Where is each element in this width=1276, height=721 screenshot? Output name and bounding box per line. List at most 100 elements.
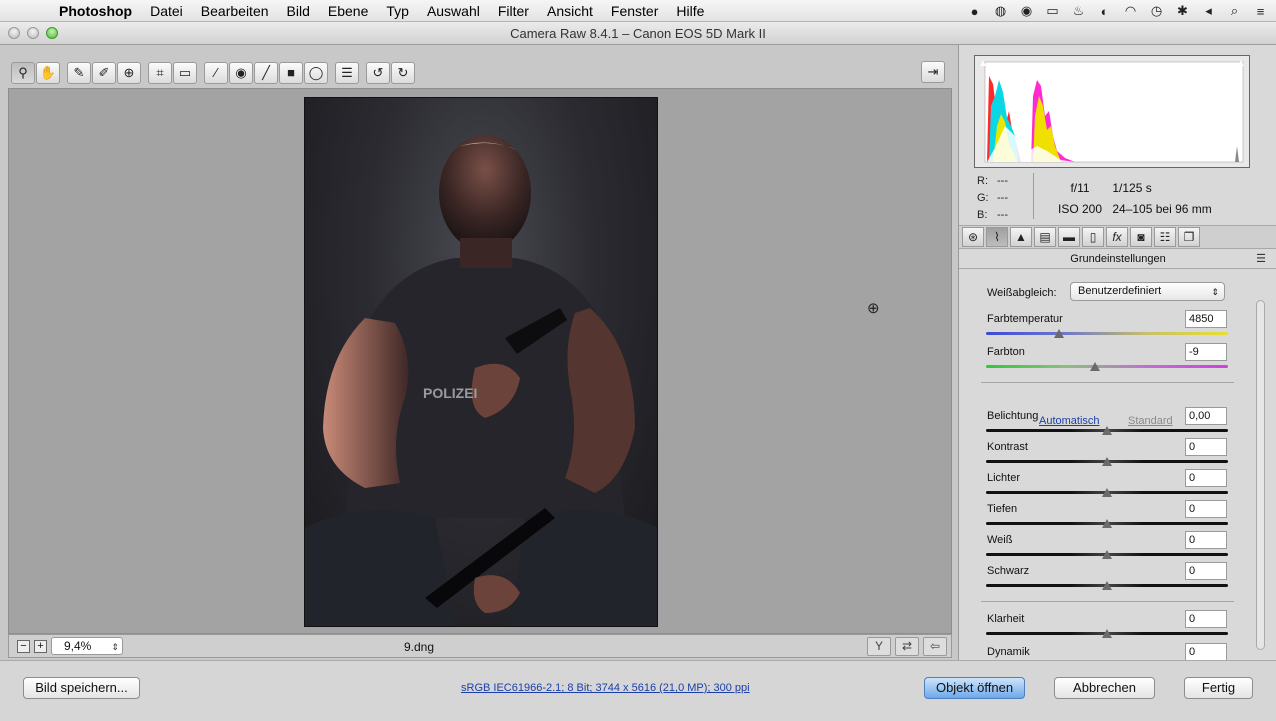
menu-ansicht[interactable]: Ansicht [538,0,602,22]
zoom-level-select[interactable]: 9,4% ⇕ [51,637,123,655]
whites-field[interactable]: 0 [1185,531,1227,549]
photo-preview[interactable]: POLIZEI [304,97,658,627]
white-balance-select[interactable]: Benutzerdefiniert ⇕ [1070,282,1225,301]
done-button[interactable]: Fertig [1184,677,1253,699]
blacks-field[interactable]: 0 [1185,562,1227,580]
tab-split-toning[interactable]: ▬ [1058,227,1080,247]
adjustment-brush-tool[interactable]: ╱ [254,61,278,84]
volume-icon[interactable]: ◂ [1201,3,1216,19]
highlight-clipping-icon[interactable]: ▲ [1235,59,1247,69]
toggle-fullscreen-button[interactable]: ⇥ [921,61,945,83]
target-adjust-tool[interactable]: ⊕ [117,61,141,84]
exposure-thumb[interactable] [1102,426,1112,435]
shadows-thumb[interactable] [1102,519,1112,528]
zoom-out-button[interactable]: − [17,640,30,653]
tab-detail[interactable]: ▲ [1010,227,1032,247]
record-icon[interactable]: ◉ [1019,3,1034,19]
search-icon[interactable]: ⌕ [1227,3,1242,19]
skype-icon[interactable]: ◍ [993,3,1008,19]
graduated-filter-tool[interactable]: ■ [279,61,303,84]
tab-basic[interactable]: ⊛ [962,227,984,247]
menu-hilfe[interactable]: Hilfe [667,0,713,22]
panel-menu-icon[interactable]: ☰ [1256,252,1266,265]
open-object-button[interactable]: Objekt öffnen [924,677,1025,699]
panel-scrollbar[interactable] [1256,300,1265,650]
white-balance-tool[interactable]: ✎ [67,61,91,84]
red-eye-tool[interactable]: ◉ [229,61,253,84]
highlights-field[interactable]: 0 [1185,469,1227,487]
filename-label: 9.dng [404,640,435,654]
tab-camera-calibration[interactable]: ◙ [1130,227,1152,247]
menu-bild[interactable]: Bild [278,0,319,22]
exposure-field[interactable]: 0,00 [1185,407,1227,425]
tint-slider[interactable] [986,365,1228,368]
zoom-icon: ⚲ [18,64,28,80]
tint-field[interactable]: -9 [1185,343,1227,361]
contrast-field[interactable]: 0 [1185,438,1227,456]
tab-effects[interactable]: fx [1106,227,1128,247]
clarity-thumb[interactable] [1102,629,1112,638]
sync-icon[interactable]: ◐ [1097,4,1112,19]
zoom-in-button[interactable]: + [34,640,47,653]
clarity-field[interactable]: 0 [1185,610,1227,628]
swap-settings-button[interactable]: ⇄ [895,637,919,656]
menu-typ[interactable]: Typ [377,0,418,22]
auto-link[interactable]: Automatisch [1039,415,1100,427]
menu-ebene[interactable]: Ebene [319,0,377,22]
save-image-button[interactable]: Bild speichern... [23,677,140,699]
preferences-tool[interactable]: ☰ [335,61,359,84]
cancel-button[interactable]: Abbrechen [1054,677,1155,699]
white-balance-value: Benutzerdefiniert [1078,285,1162,297]
temperature-field[interactable]: 4850 [1185,310,1227,328]
status-tray: ● ◍ ◉ ▭ ♨ ◐ ◠ ◷ ✱ ◂ ⌕ ≡ [967,0,1268,22]
time-machine-icon[interactable]: ◷ [1149,3,1164,19]
temperature-thumb[interactable] [1053,329,1064,338]
whites-thumb[interactable] [1102,550,1112,559]
radial-filter-tool[interactable]: ◯ [304,61,328,84]
image-canvas[interactable]: POLIZEI ⊕ [8,88,952,634]
tab-tone-curve[interactable]: ⌇ [986,227,1008,247]
zoom-tool[interactable]: ⚲ [11,61,35,84]
tab-presets[interactable]: ☷ [1154,227,1176,247]
straighten-tool[interactable]: ▭ [173,61,197,84]
dialog-footer: Bild speichern... sRGB IEC61966-2.1; 8 B… [0,660,1276,721]
tab-lens[interactable]: ▯ [1082,227,1104,247]
preferences-icon: ☰ [341,64,353,80]
list-icon[interactable]: ≡ [1253,4,1268,19]
copy-settings-button[interactable]: ⇦ [923,637,947,656]
slider-label-whites: Weiß [987,534,1013,546]
flame-icon[interactable]: ♨ [1071,3,1086,19]
spot-removal-tool[interactable]: ⁄ [204,61,228,84]
tab-hsl[interactable]: ▤ [1034,227,1056,247]
blacks-thumb[interactable] [1102,581,1112,590]
default-link[interactable]: Standard [1128,415,1173,427]
display-icon[interactable]: ▭ [1045,3,1060,19]
tint-thumb[interactable] [1089,362,1100,371]
workflow-options-link[interactable]: sRGB IEC61966-2.1; 8 Bit; 3744 x 5616 (2… [461,682,750,694]
wifi-icon[interactable]: ◠ [1123,3,1138,19]
bluetooth-icon[interactable]: ✱ [1175,3,1190,19]
zoom-level-value: 9,4% [64,639,92,653]
highlights-thumb[interactable] [1102,488,1112,497]
menu-photoshop[interactable]: Photoshop [50,0,141,22]
vibrance-field[interactable]: 0 [1185,643,1227,660]
tab-snapshots[interactable]: ❐ [1178,227,1200,247]
shadows-field[interactable]: 0 [1185,500,1227,518]
hand-tool[interactable]: ✋ [36,61,60,84]
before-after-toggle[interactable]: Y [867,637,891,656]
rotate-right-tool[interactable]: ↻ [391,61,415,84]
evernote-icon[interactable]: ● [967,4,982,19]
menu-filter[interactable]: Filter [489,0,538,22]
crop-tool[interactable]: ⌗ [148,61,172,84]
rotate-left-tool[interactable]: ↺ [366,61,390,84]
shadow-clipping-icon[interactable]: ▲ [977,59,989,69]
temperature-slider[interactable] [986,332,1228,335]
menu-bearbeiten[interactable]: Bearbeiten [192,0,278,22]
menu-fenster[interactable]: Fenster [602,0,667,22]
color-sampler-tool[interactable]: ✐ [92,61,116,84]
contrast-thumb[interactable] [1102,457,1112,466]
menu-datei[interactable]: Datei [141,0,192,22]
menu-auswahl[interactable]: Auswahl [418,0,489,22]
spot-removal-icon: ⁄ [214,65,218,80]
window-title: Camera Raw 8.4.1 – Canon EOS 5D Mark II [510,26,766,41]
